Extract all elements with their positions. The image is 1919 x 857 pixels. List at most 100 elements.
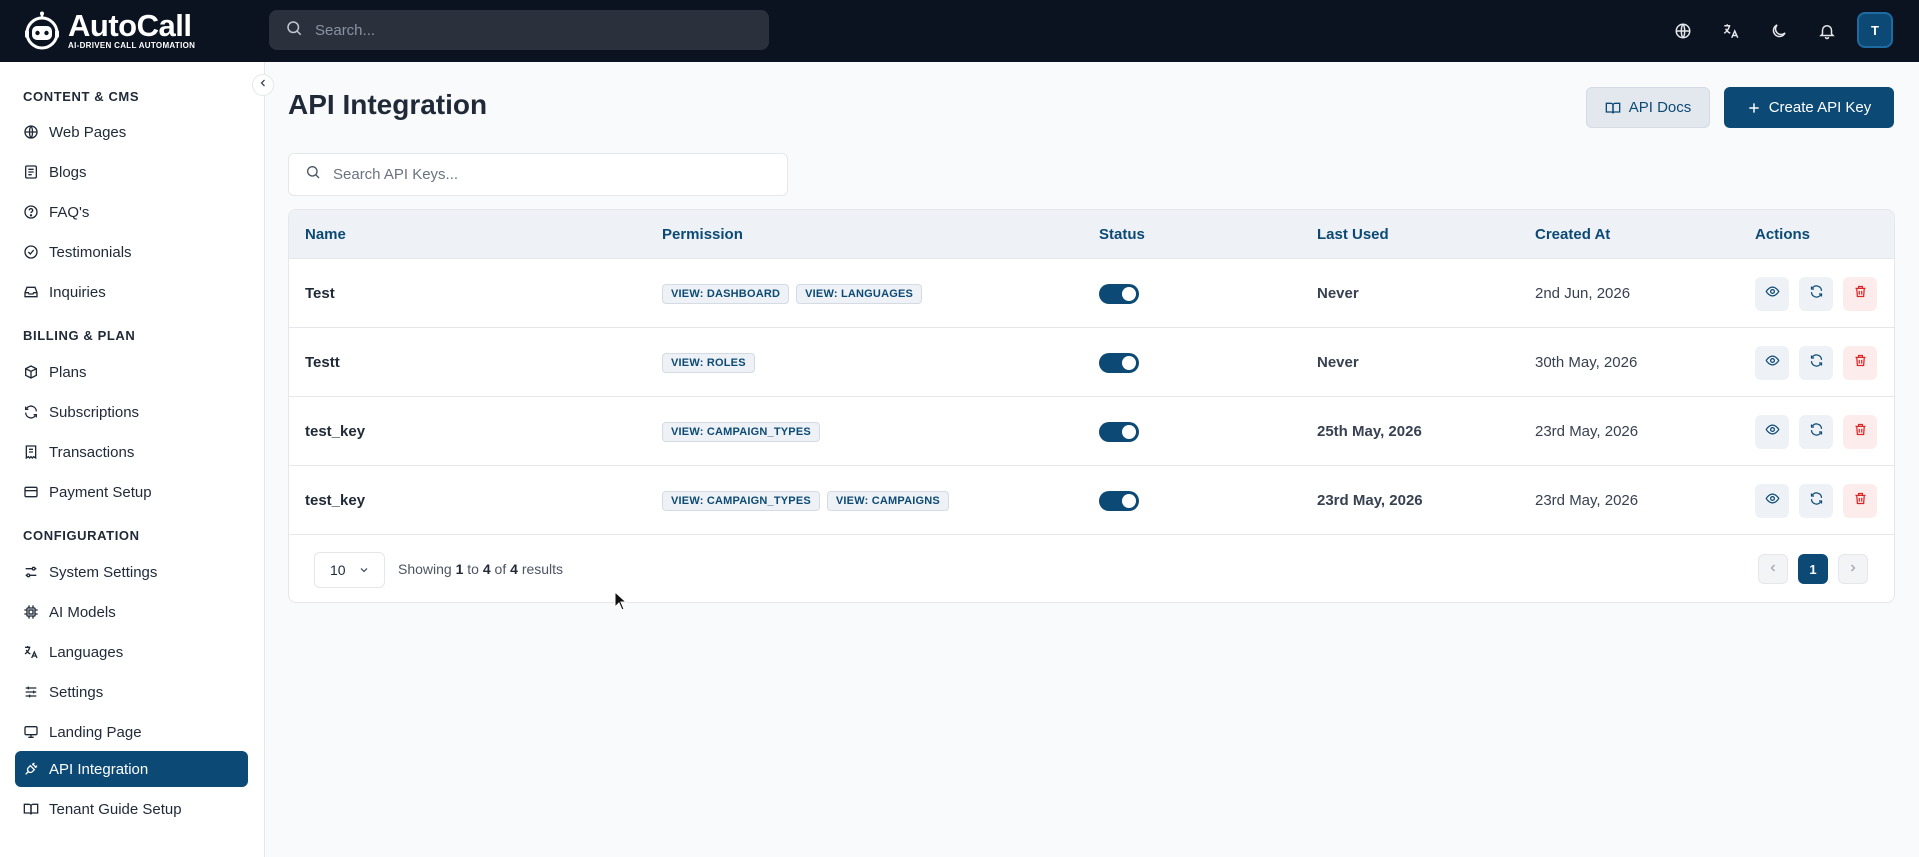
sidebar-item-label: Settings xyxy=(49,683,104,701)
view-button[interactable] xyxy=(1755,276,1789,311)
status-toggle[interactable] xyxy=(1099,352,1139,373)
logo[interactable]: AutoCall AI-DRIVEN CALL AUTOMATION xyxy=(22,8,202,54)
sidebar-item-label: Transactions xyxy=(49,443,135,461)
api-key-search-input[interactable] xyxy=(333,166,773,183)
search-icon xyxy=(285,19,303,42)
sidebar-item-subscriptions[interactable]: Subscriptions xyxy=(15,394,248,430)
table-row: test_key VIEW: CAMPAIGN_TYPES 25th May, … xyxy=(289,397,1894,466)
search-icon xyxy=(305,164,321,185)
regenerate-button[interactable] xyxy=(1799,414,1833,449)
robot-logo-icon xyxy=(22,11,62,51)
table-row: test_key VIEW: CAMPAIGN_TYPES VIEW: CAMP… xyxy=(289,466,1894,535)
regenerate-button[interactable] xyxy=(1799,345,1833,380)
eye-icon xyxy=(1765,491,1780,510)
sidebar-item-transactions[interactable]: Transactions xyxy=(15,434,248,470)
view-button[interactable] xyxy=(1755,345,1789,380)
sidebar-item-languages[interactable]: Languages xyxy=(15,634,248,670)
newspaper-icon xyxy=(23,164,39,180)
sidebar-collapse-button[interactable] xyxy=(252,74,274,96)
previous-page-button[interactable] xyxy=(1758,554,1788,584)
sidebar-item-api-integration[interactable]: API Integration xyxy=(15,751,248,787)
column-header-created-at[interactable]: Created At xyxy=(1535,226,1610,243)
sliders-icon xyxy=(23,684,39,700)
status-toggle[interactable] xyxy=(1099,283,1139,304)
sidebar-item-plans[interactable]: Plans xyxy=(15,354,248,390)
sidebar-item-label: System Settings xyxy=(49,563,158,581)
status-toggle[interactable] xyxy=(1099,490,1139,511)
permission-badge: VIEW: ROLES xyxy=(662,352,755,373)
showing-prefix: Showing xyxy=(398,561,452,577)
refresh-icon xyxy=(1809,353,1824,372)
regenerate-button[interactable] xyxy=(1799,483,1833,518)
table-footer: 10 Showing 1 to 4 of 4 results 1 xyxy=(289,535,1894,602)
created-at: 30th May, 2026 xyxy=(1535,354,1638,371)
regenerate-button[interactable] xyxy=(1799,276,1833,311)
delete-button[interactable] xyxy=(1843,276,1877,311)
api-docs-button[interactable]: API Docs xyxy=(1586,87,1710,128)
sidebar-item-testimonials[interactable]: Testimonials xyxy=(15,234,248,270)
column-header-status[interactable]: Status xyxy=(1099,226,1145,243)
sidebar-item-web-pages[interactable]: Web Pages xyxy=(15,114,248,150)
actions-cell xyxy=(1755,328,1887,397)
page-title: API Integration xyxy=(288,89,488,120)
sidebar-item-blogs[interactable]: Blogs xyxy=(15,154,248,190)
delete-button[interactable] xyxy=(1843,345,1877,380)
sidebar-item-payment-setup[interactable]: Payment Setup xyxy=(15,474,248,510)
view-button[interactable] xyxy=(1755,483,1789,518)
refresh-icon xyxy=(1809,422,1824,441)
key-name: test_key xyxy=(305,492,366,509)
column-header-name[interactable]: Name xyxy=(305,226,346,243)
sidebar-item-label: Landing Page xyxy=(49,723,142,741)
permission-badge: VIEW: LANGUAGES xyxy=(796,283,923,304)
permission-cell: VIEW: DASHBOARD VIEW: LANGUAGES xyxy=(662,259,929,328)
status-cell xyxy=(1099,328,1139,397)
book-open-icon xyxy=(1605,100,1621,116)
create-api-key-button[interactable]: Create API Key xyxy=(1724,87,1894,128)
chevron-right-icon xyxy=(1847,562,1859,577)
inbox-icon xyxy=(23,284,39,300)
globe-icon xyxy=(23,124,39,140)
column-header-last-used[interactable]: Last Used xyxy=(1317,226,1389,243)
sidebar-item-system-settings[interactable]: System Settings xyxy=(15,554,248,590)
showing-to-word: to xyxy=(467,561,479,577)
globe-icon[interactable] xyxy=(1672,20,1694,42)
status-toggle[interactable] xyxy=(1099,421,1139,442)
created-at: 23rd May, 2026 xyxy=(1535,423,1639,440)
eye-icon xyxy=(1765,353,1780,372)
moon-icon[interactable] xyxy=(1768,20,1790,42)
trash-icon xyxy=(1853,353,1868,372)
sidebar-item-landing-page[interactable]: Landing Page xyxy=(15,714,248,750)
per-page-select[interactable]: 10 xyxy=(314,552,385,588)
sidebar-item-label: Plans xyxy=(49,363,87,381)
delete-button[interactable] xyxy=(1843,414,1877,449)
api-key-search xyxy=(288,153,788,196)
permission-cell: VIEW: CAMPAIGN_TYPES xyxy=(662,397,827,466)
credit-card-icon xyxy=(23,484,39,500)
sidebar-item-label: Blogs xyxy=(49,163,87,181)
translate-icon[interactable] xyxy=(1720,20,1742,42)
key-name: Testt xyxy=(305,354,340,371)
permission-badge: VIEW: DASHBOARD xyxy=(662,283,790,304)
column-header-permission[interactable]: Permission xyxy=(662,226,743,243)
api-docs-label: API Docs xyxy=(1628,99,1692,116)
status-cell xyxy=(1099,259,1139,328)
global-search-input[interactable] xyxy=(315,21,755,39)
page-button-current[interactable]: 1 xyxy=(1798,554,1828,584)
global-search xyxy=(269,10,769,50)
sidebar-item-faqs[interactable]: FAQ's xyxy=(15,194,248,230)
delete-button[interactable] xyxy=(1843,483,1877,518)
sidebar-item-settings[interactable]: Settings xyxy=(15,674,248,710)
user-avatar[interactable]: T xyxy=(1857,12,1893,48)
actions-cell xyxy=(1755,466,1887,535)
view-button[interactable] xyxy=(1755,414,1789,449)
sidebar-item-ai-models[interactable]: AI Models xyxy=(15,594,248,630)
actions-cell xyxy=(1755,259,1887,328)
showing-results-word: results xyxy=(521,561,564,577)
refresh-icon xyxy=(1809,491,1824,510)
next-page-button[interactable] xyxy=(1838,554,1868,584)
bell-icon[interactable] xyxy=(1816,20,1838,42)
sidebar-item-inquiries[interactable]: Inquiries xyxy=(15,274,248,310)
package-icon xyxy=(23,364,39,380)
refresh-icon xyxy=(1809,284,1824,303)
sidebar-item-tenant-guide-setup[interactable]: Tenant Guide Setup xyxy=(15,791,248,827)
